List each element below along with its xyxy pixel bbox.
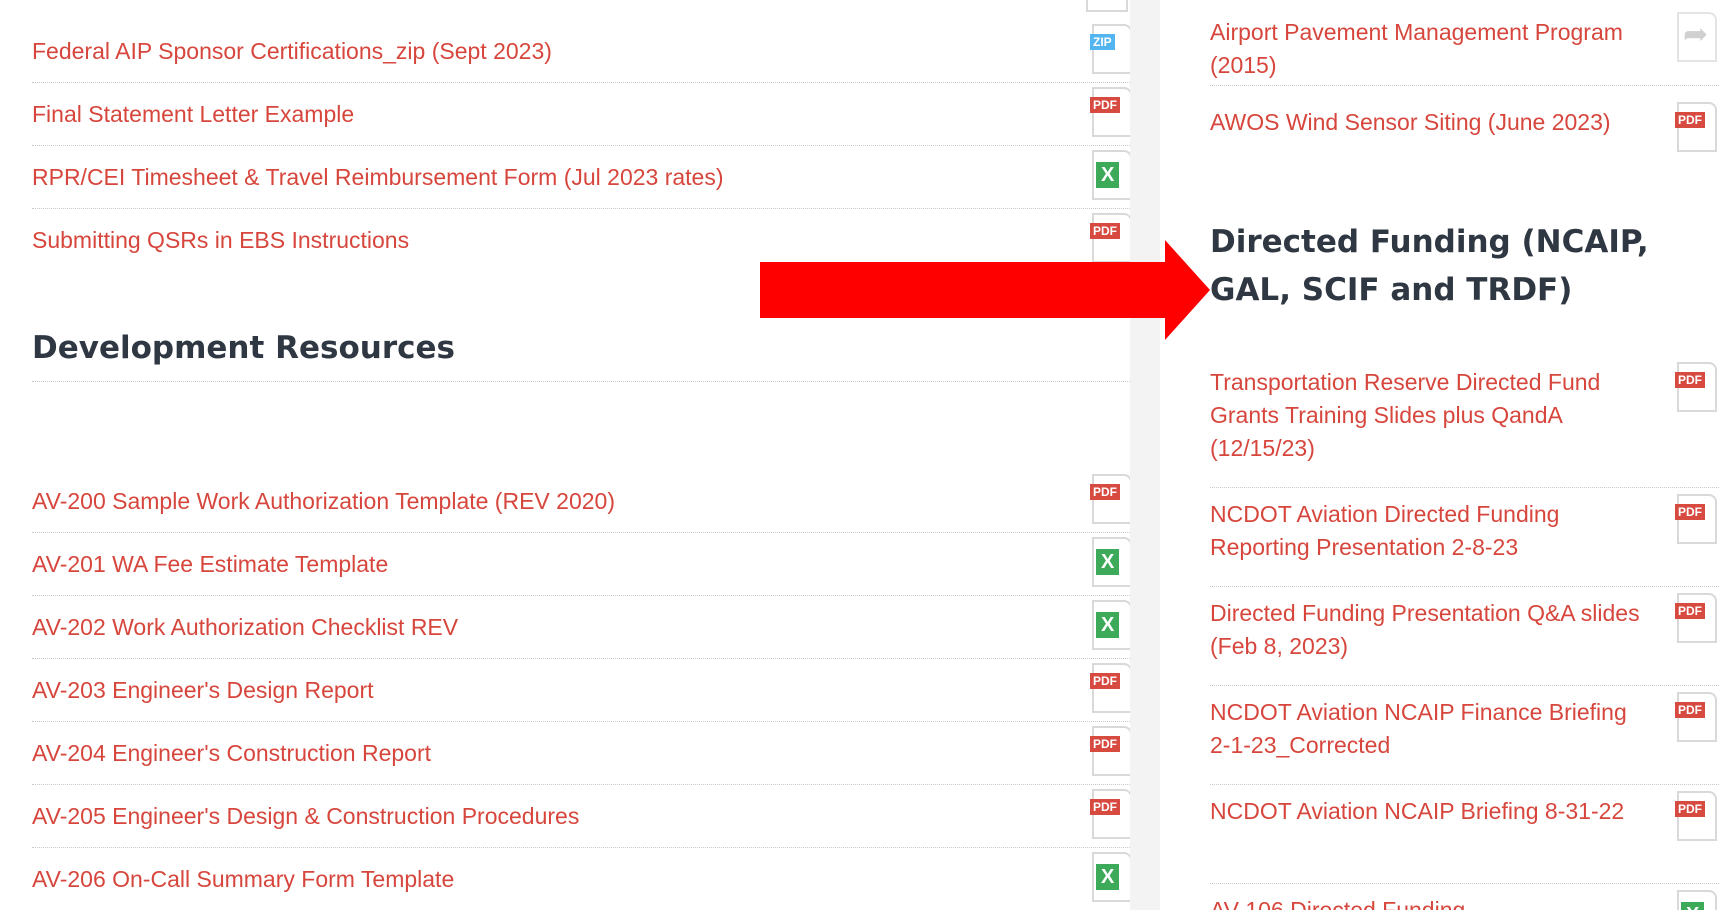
pdf-file-icon[interactable]: PDF — [1090, 789, 1130, 839]
list-item: RPR/CEI Timesheet & Travel Reimbursement… — [32, 146, 1130, 209]
arrow-shape — [760, 240, 1210, 340]
document-link[interactable]: Federal AIP Sponsor Certifications_zip (… — [32, 35, 1130, 68]
pdf-badge: PDF — [1090, 223, 1120, 239]
left-panel: Federal AIP Sponsor Certifications_zip (… — [0, 0, 1130, 910]
pdf-file-icon[interactable]: PDF — [1675, 102, 1717, 152]
pdf-badge: PDF — [1090, 799, 1120, 815]
document-link[interactable]: Transportation Reserve Directed Fund Gra… — [1210, 366, 1719, 465]
pdf-badge: PDF — [1675, 372, 1705, 388]
document-link[interactable]: RPR/CEI Timesheet & Travel Reimbursement… — [32, 161, 1130, 194]
pdf-badge: PDF — [1090, 736, 1120, 752]
list-item: AV-204 Engineer's Construction Report PD… — [32, 722, 1130, 785]
excel-badge: X — [1096, 612, 1120, 638]
right-panel: Airport Pavement Management Program (201… — [1160, 0, 1719, 910]
excel-file-icon[interactable]: X — [1092, 852, 1130, 902]
list-item: AV-201 WA Fee Estimate Template X — [32, 533, 1130, 596]
list-item: NCDOT Aviation NCAIP Finance Briefing 2-… — [1210, 690, 1719, 785]
document-link[interactable]: AV-206 On-Call Summary Form Template — [32, 863, 1130, 896]
document-link[interactable]: AV-204 Engineer's Construction Report — [32, 737, 1130, 770]
divider — [32, 381, 1130, 382]
list-item: Transportation Reserve Directed Fund Gra… — [1210, 360, 1719, 488]
excel-file-icon[interactable]: X — [1092, 537, 1130, 587]
directed-funding-heading: Directed Funding (NCAIP, GAL, SCIF and T… — [1210, 224, 1649, 308]
list-item: NCDOT Aviation NCAIP Briefing 8-31-22 PD… — [1210, 789, 1719, 884]
document-link[interactable]: NCDOT Aviation Directed Funding Reportin… — [1210, 498, 1719, 564]
document-link[interactable]: AV-203 Engineer's Design Report — [32, 674, 1130, 707]
share-link-icon[interactable]: ➦ — [1677, 12, 1717, 62]
pdf-badge: PDF — [1675, 801, 1705, 817]
list-item: AV-200 Sample Work Authorization Templat… — [32, 470, 1130, 533]
red-arrow-annotation — [760, 240, 1210, 340]
excel-badge: X — [1681, 902, 1705, 910]
document-link[interactable]: NCDOT Aviation NCAIP Finance Briefing 2-… — [1210, 696, 1719, 762]
pdf-badge: PDF — [1090, 484, 1120, 500]
document-link[interactable]: AWOS Wind Sensor Siting (June 2023) — [1210, 106, 1719, 139]
pdf-file-icon[interactable]: PDF — [1675, 362, 1717, 412]
document-link[interactable]: AV-201 WA Fee Estimate Template — [32, 548, 1130, 581]
pdf-badge: PDF — [1675, 504, 1705, 520]
pdf-file-icon[interactable]: PDF — [1675, 692, 1717, 742]
excel-badge: X — [1096, 864, 1120, 890]
list-item: Final Statement Letter Example PDF — [32, 83, 1130, 146]
excel-badge: X — [1096, 549, 1120, 575]
pdf-file-icon[interactable]: PDF — [1090, 87, 1130, 137]
document-link[interactable]: NCDOT Aviation NCAIP Briefing 8-31-22 — [1210, 795, 1719, 828]
list-item: AV-202 Work Authorization Checklist REV … — [32, 596, 1130, 659]
pdf-file-icon[interactable]: PDF — [1090, 474, 1130, 524]
list-item: AV-206 On-Call Summary Form Template X — [32, 848, 1130, 910]
document-link[interactable]: AV-202 Work Authorization Checklist REV — [32, 611, 1130, 644]
left-cut-icon — [1086, 0, 1128, 12]
zip-badge: ZIP — [1090, 34, 1115, 50]
list-item: AWOS Wind Sensor Siting (June 2023) PDF — [1210, 100, 1719, 160]
list-item: Airport Pavement Management Program (201… — [1210, 10, 1719, 86]
list-item: AV-203 Engineer's Design Report PDF — [32, 659, 1130, 722]
document-link[interactable]: AV-106 Directed Funding — [1210, 894, 1719, 910]
document-link[interactable]: AV-200 Sample Work Authorization Templat… — [32, 485, 1130, 518]
pdf-file-icon[interactable]: PDF — [1675, 593, 1717, 643]
document-link[interactable]: Airport Pavement Management Program (201… — [1210, 16, 1719, 82]
document-link[interactable]: Final Statement Letter Example — [32, 98, 1130, 131]
pdf-badge: PDF — [1090, 97, 1120, 113]
pdf-badge: PDF — [1675, 702, 1705, 718]
pdf-file-icon[interactable]: PDF — [1090, 663, 1130, 713]
list-item: Directed Funding Presentation Q&A slides… — [1210, 591, 1719, 686]
pdf-badge: PDF — [1090, 673, 1120, 689]
list-item: NCDOT Aviation Directed Funding Reportin… — [1210, 492, 1719, 587]
document-link[interactable]: Directed Funding Presentation Q&A slides… — [1210, 597, 1719, 663]
development-resources-heading: Development Resources — [32, 330, 455, 366]
zip-file-icon[interactable]: ZIP — [1090, 24, 1130, 74]
document-link[interactable]: AV-205 Engineer's Design & Construction … — [32, 800, 1130, 833]
excel-file-icon[interactable]: X — [1092, 150, 1130, 200]
pdf-badge: PDF — [1675, 112, 1705, 128]
pdf-file-icon[interactable]: PDF — [1090, 726, 1130, 776]
pdf-file-icon[interactable]: PDF — [1675, 791, 1717, 841]
excel-file-icon[interactable]: X — [1092, 600, 1130, 650]
list-item: Federal AIP Sponsor Certifications_zip (… — [32, 20, 1130, 83]
pdf-file-icon[interactable]: PDF — [1675, 494, 1717, 544]
list-item: AV-205 Engineer's Design & Construction … — [32, 785, 1130, 848]
excel-badge: X — [1096, 162, 1120, 188]
list-item: AV-106 Directed Funding X — [1210, 888, 1719, 910]
excel-file-icon[interactable]: X — [1677, 890, 1717, 910]
pdf-badge: PDF — [1675, 603, 1705, 619]
